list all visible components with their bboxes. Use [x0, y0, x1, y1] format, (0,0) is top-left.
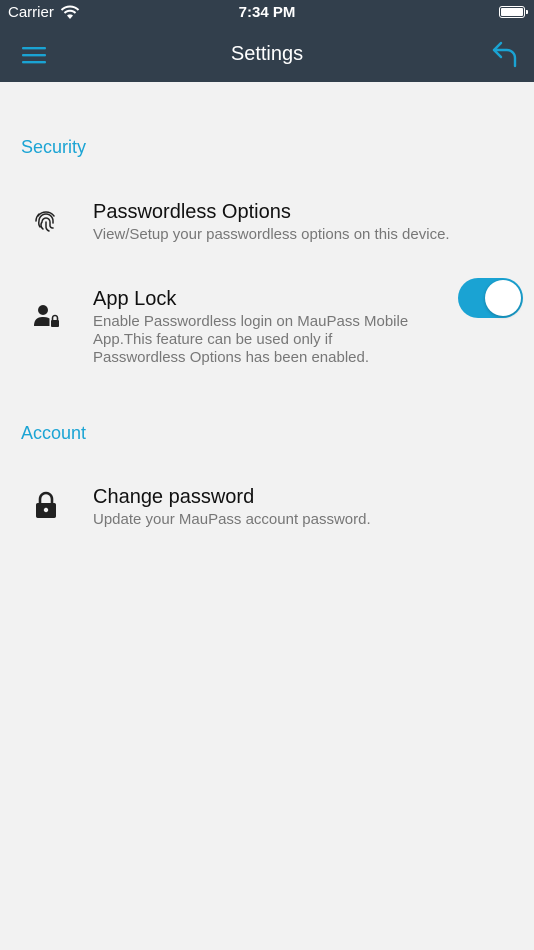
fingerprint-icon: [35, 211, 55, 232]
description-line: Enable Passwordless login on MauPass Mob…: [93, 313, 409, 330]
row-title: Change password: [93, 486, 255, 508]
row-title: Passwordless Options: [93, 201, 291, 223]
row-description: View/Setup your passwordless options on …: [93, 226, 450, 243]
section-header-account: Account: [21, 423, 87, 443]
status-bar: Carrier 7:34 PM: [0, 0, 534, 28]
app-lock-toggle[interactable]: [458, 278, 523, 318]
description-line: App.This feature can be used only if: [93, 331, 333, 348]
row-title: App Lock: [93, 288, 177, 310]
battery-level: [501, 8, 523, 16]
lock-icon: [36, 491, 56, 518]
toggle-knob: [485, 280, 521, 316]
nav-bar: Settings: [0, 28, 534, 82]
description-line: Passwordless Options has been enabled.: [93, 349, 370, 366]
section-header-security: Security: [21, 137, 87, 157]
clock: 7:34 PM: [238, 4, 296, 21]
undo-arrow-icon[interactable]: [490, 40, 518, 68]
row-description: Update your MauPass account password.: [93, 511, 371, 528]
battery-icon: [499, 6, 528, 18]
user-lock-icon: [34, 305, 59, 327]
row-description: Enable Passwordless login on MauPass Mob…: [93, 313, 408, 367]
page-title: Settings: [230, 43, 304, 65]
